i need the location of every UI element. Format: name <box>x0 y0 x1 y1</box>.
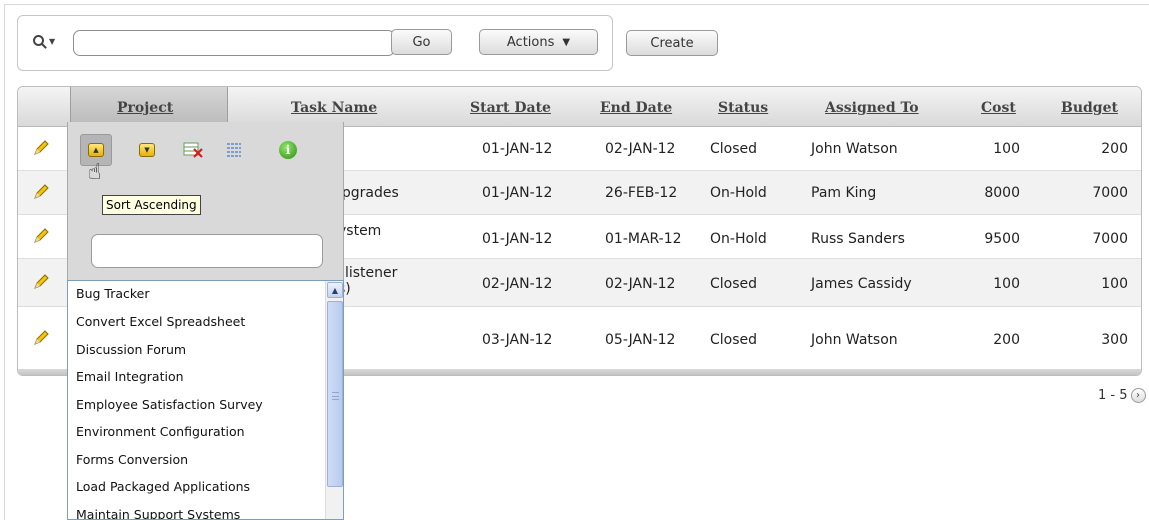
assigned-to-cell: Russ Sanders <box>811 231 905 247</box>
actions-label: Actions <box>506 34 555 50</box>
status-cell: Closed <box>710 141 758 157</box>
scroll-thumb[interactable] <box>327 301 343 487</box>
actions-menu-button[interactable]: Actions ▼ <box>479 29 598 55</box>
page-border-top <box>4 4 1149 5</box>
sort-descending-icon[interactable]: ▼ <box>131 134 163 166</box>
sort-ascending-tooltip: Sort Ascending <box>102 195 201 215</box>
edit-pencil-icon[interactable] <box>32 273 50 291</box>
end-date-cell: 01-MAR-12 <box>605 231 682 247</box>
list-item[interactable]: Email Integration <box>76 369 184 384</box>
status-cell: Closed <box>710 332 758 348</box>
table-header: Project Task Name Start Date End Date St… <box>18 87 1141 127</box>
column-filter-input[interactable] <box>91 234 323 268</box>
assigned-to-cell: John Watson <box>811 141 898 157</box>
cost-cell: 200 <box>993 332 1020 348</box>
edit-pencil-icon[interactable] <box>32 183 50 201</box>
list-item[interactable]: Environment Configuration <box>76 424 245 439</box>
column-header-project[interactable]: Project <box>117 100 173 116</box>
list-item[interactable]: Forms Conversion <box>76 452 188 467</box>
list-item[interactable]: Employee Satisfaction Survey <box>76 397 263 412</box>
search-columns-icon[interactable]: ▼ <box>33 35 57 51</box>
pagination-range: 1 - 5 <box>1098 388 1128 403</box>
create-label: Create <box>650 35 694 51</box>
task-name-cell: ıpgrades <box>338 185 399 201</box>
status-cell: On-Hold <box>710 185 767 201</box>
status-cell: On-Hold <box>710 231 767 247</box>
column-header-status[interactable]: Status <box>718 100 768 116</box>
pagination: 1 - 5 › <box>1098 388 1146 403</box>
status-cell: Closed <box>710 276 758 292</box>
column-header-end-date[interactable]: End Date <box>600 100 672 116</box>
edit-pencil-icon[interactable] <box>32 227 50 245</box>
remove-column-icon[interactable] <box>177 134 209 166</box>
pointer-cursor-icon: ☝ <box>88 160 102 185</box>
dropdown-arrow-icon: ▼ <box>562 36 571 48</box>
search-input[interactable] <box>73 30 395 56</box>
list-item[interactable]: Bug Tracker <box>76 286 150 301</box>
list-item[interactable]: Maintain Support Systems <box>76 507 240 519</box>
assigned-to-cell: Pam King <box>811 185 877 201</box>
cost-cell: 8000 <box>984 185 1020 201</box>
budget-cell: 200 <box>1101 141 1128 157</box>
go-label: Go <box>412 34 431 50</box>
project-values-list[interactable]: Bug Tracker Convert Excel Spreadsheet Di… <box>67 280 344 520</box>
cost-cell: 100 <box>993 276 1020 292</box>
budget-cell: 300 <box>1101 332 1128 348</box>
start-date-cell: 01-JAN-12 <box>482 231 553 247</box>
column-header-cost[interactable]: Cost <box>981 100 1016 116</box>
budget-cell: 100 <box>1101 276 1128 292</box>
go-button[interactable]: Go <box>391 29 452 55</box>
cost-cell: 9500 <box>984 231 1020 247</box>
edit-pencil-icon[interactable] <box>32 139 50 157</box>
list-item[interactable]: Load Packaged Applications <box>76 479 250 494</box>
column-header-task-name[interactable]: Task Name <box>291 100 377 116</box>
edit-pencil-icon[interactable] <box>32 329 50 347</box>
column-header-budget[interactable]: Budget <box>1061 100 1118 116</box>
end-date-cell: 05-JAN-12 <box>605 332 676 348</box>
end-date-cell: 26-FEB-12 <box>605 185 678 201</box>
start-date-cell: 01-JAN-12 <box>482 185 553 201</box>
help-icon[interactable]: i <box>272 134 304 166</box>
task-name-cell: ystem <box>338 223 382 239</box>
end-date-cell: 02-JAN-12 <box>605 141 676 157</box>
list-item[interactable]: Convert Excel Spreadsheet <box>76 314 245 329</box>
end-date-cell: 02-JAN-12 <box>605 276 676 292</box>
column-header-assigned-to[interactable]: Assigned To <box>825 100 919 116</box>
cost-cell: 100 <box>993 141 1020 157</box>
control-break-icon[interactable] <box>218 134 250 166</box>
create-button[interactable]: Create <box>626 30 718 56</box>
list-item[interactable]: Discussion Forum <box>76 342 186 357</box>
start-date-cell: 03-JAN-12 <box>482 332 553 348</box>
column-header-start-date[interactable]: Start Date <box>470 100 551 116</box>
budget-cell: 7000 <box>1092 185 1128 201</box>
scroll-up-icon[interactable]: ▲ <box>327 282 343 298</box>
start-date-cell: 01-JAN-12 <box>482 141 553 157</box>
list-scrollbar[interactable]: ▲ <box>325 281 343 519</box>
assigned-to-cell: James Cassidy <box>811 276 912 292</box>
page-border-left <box>4 4 5 520</box>
assigned-to-cell: John Watson <box>811 332 898 348</box>
start-date-cell: 02-JAN-12 <box>482 276 553 292</box>
budget-cell: 7000 <box>1092 231 1128 247</box>
next-page-icon[interactable]: › <box>1130 388 1146 403</box>
